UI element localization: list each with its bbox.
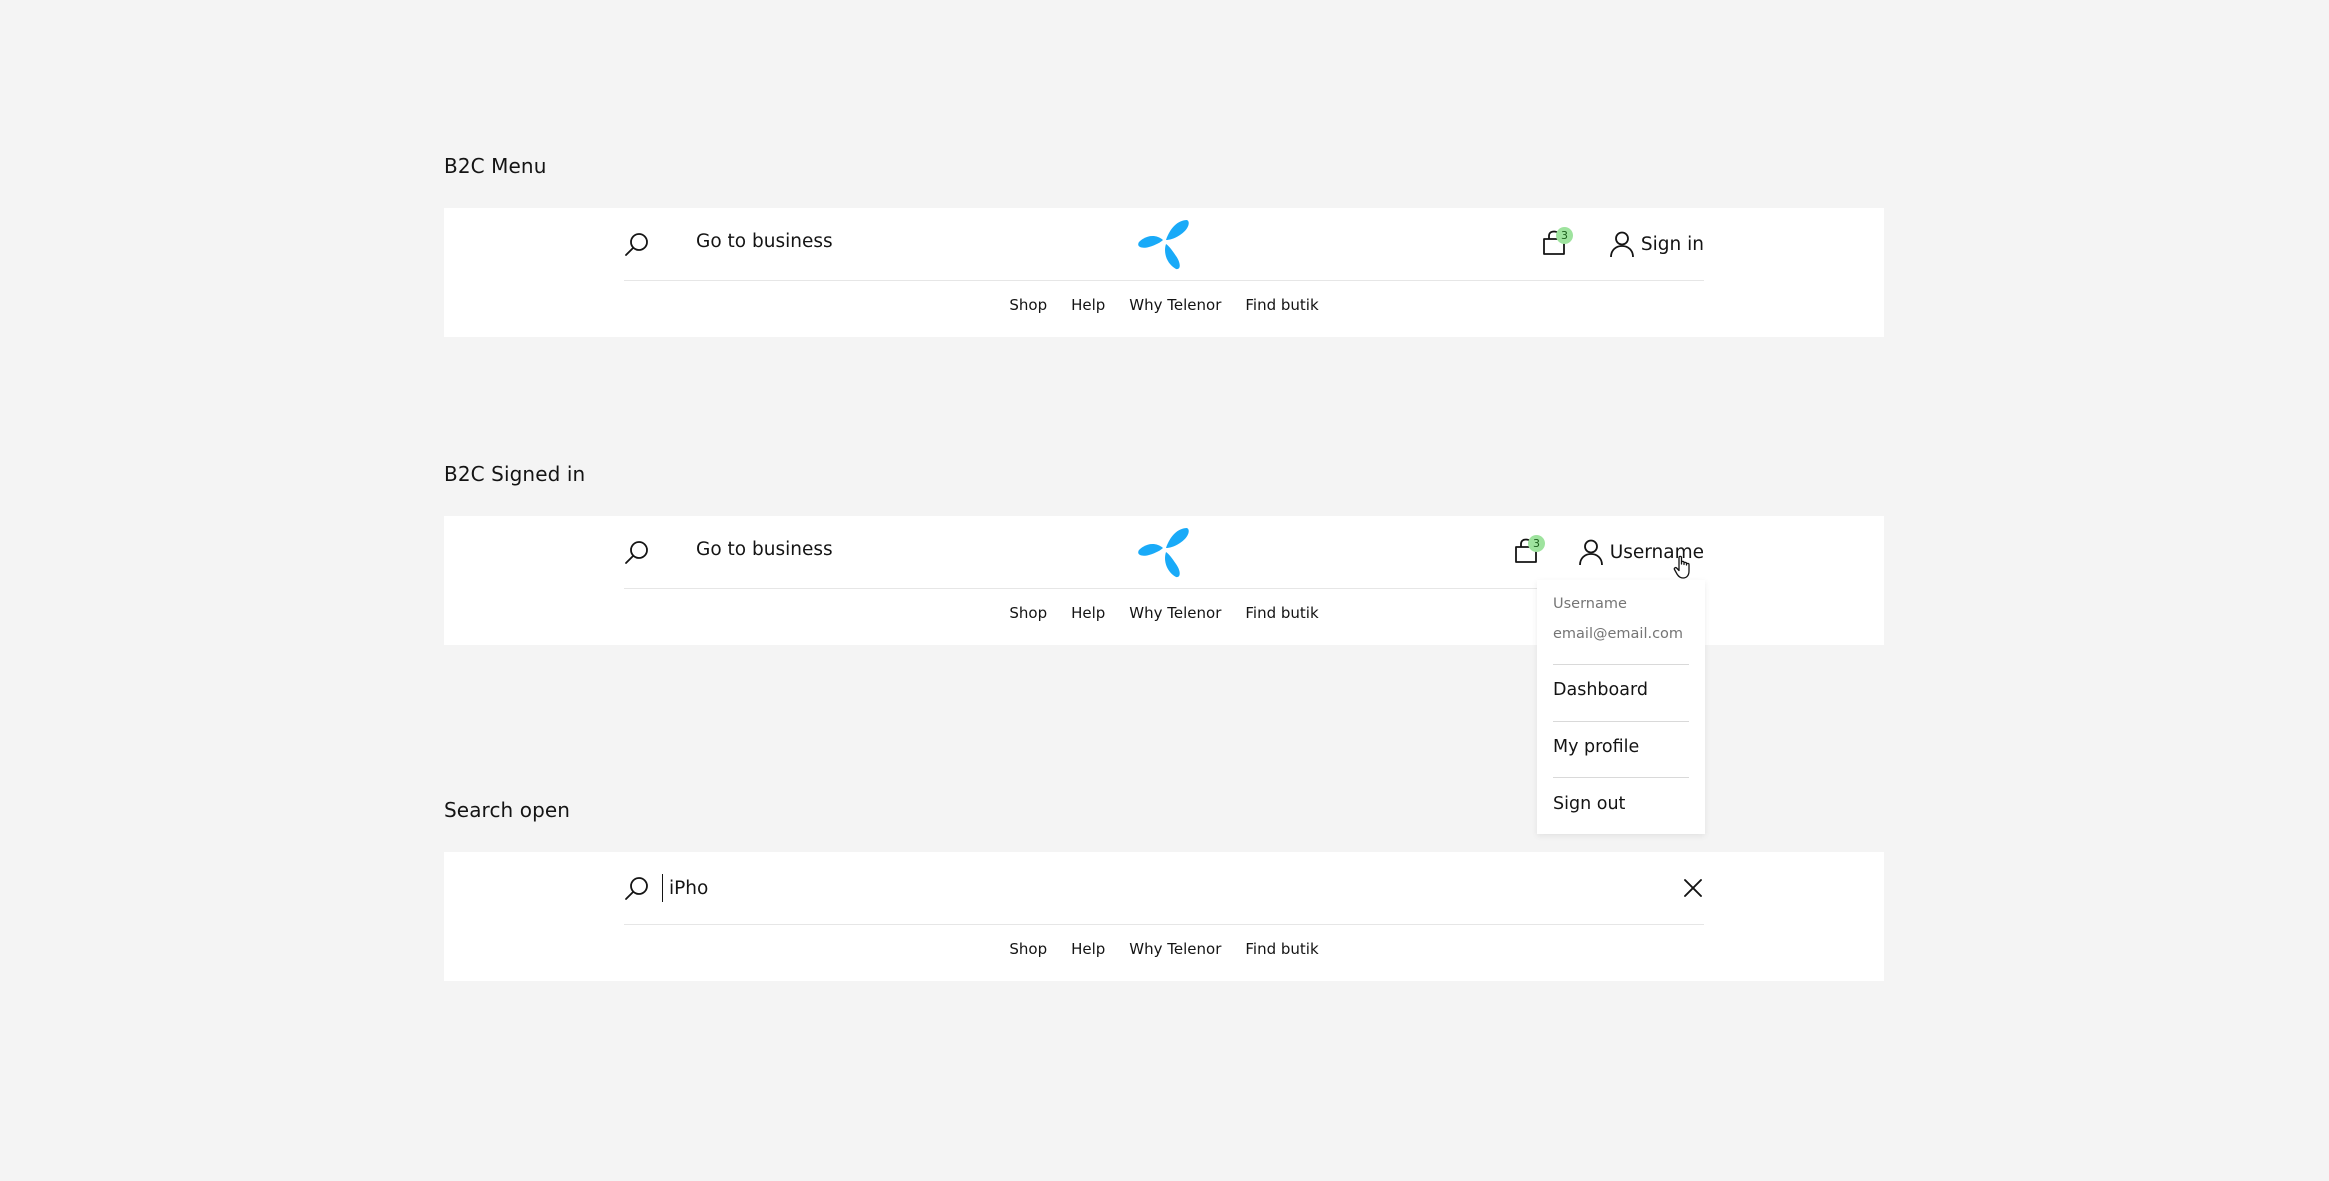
nav-item-find-butik[interactable]: Find butik [1245, 940, 1318, 958]
user-icon [1609, 231, 1634, 258]
nav-item-why-telenor[interactable]: Why Telenor [1129, 940, 1221, 958]
hand-cursor-icon [1673, 555, 1690, 579]
telenor-logo[interactable] [1136, 218, 1192, 270]
sign-in-button[interactable]: Sign in [1609, 228, 1704, 260]
search-icon[interactable] [624, 875, 650, 901]
close-icon[interactable] [1682, 877, 1704, 899]
header-topbar: Go to business 3 Sign in [624, 208, 1704, 281]
nav-item-help[interactable]: Help [1071, 604, 1105, 622]
dropdown-item-my-profile[interactable]: My profile [1553, 737, 1639, 757]
header-topbar [624, 852, 1704, 925]
nav-item-help[interactable]: Help [1071, 296, 1105, 314]
dropdown-item-dashboard[interactable]: Dashboard [1553, 680, 1648, 700]
go-to-business-link[interactable]: Go to business [696, 231, 833, 252]
cart-count-badge: 3 [1528, 535, 1545, 552]
nav-item-shop[interactable]: Shop [1009, 296, 1047, 314]
dropdown-email: email@email.com [1553, 626, 1684, 642]
dropdown-divider [1553, 777, 1689, 778]
nav-item-shop[interactable]: Shop [1009, 604, 1047, 622]
dropdown-divider [1553, 664, 1689, 665]
nav-item-find-butik[interactable]: Find butik [1245, 296, 1318, 314]
cart-button[interactable]: 3 [1542, 227, 1573, 258]
nav-item-why-telenor[interactable]: Why Telenor [1129, 604, 1221, 622]
cart-count-badge: 3 [1556, 227, 1573, 244]
section-title-search-open: Search open [444, 798, 571, 822]
telenor-logo[interactable] [1136, 526, 1192, 578]
nav-item-shop[interactable]: Shop [1009, 940, 1047, 958]
dropdown-item-sign-out[interactable]: Sign out [1553, 794, 1625, 814]
go-to-business-link[interactable]: Go to business [696, 539, 833, 560]
search-icon[interactable] [624, 231, 650, 257]
dropdown-divider [1553, 721, 1689, 722]
main-nav: Shop Help Why Telenor Find butik [444, 940, 1884, 958]
account-dropdown: Username email@email.com Dashboard My pr… [1537, 580, 1705, 834]
search-icon[interactable] [624, 539, 650, 565]
cart-button[interactable]: 3 [1514, 535, 1545, 566]
user-icon [1578, 539, 1603, 566]
nav-item-help[interactable]: Help [1071, 940, 1105, 958]
nav-item-why-telenor[interactable]: Why Telenor [1129, 296, 1221, 314]
section-title-b2c-menu: B2C Menu [444, 154, 547, 178]
section-title-b2c-signed-in: B2C Signed in [444, 462, 586, 486]
main-nav: Shop Help Why Telenor Find butik [444, 296, 1884, 314]
nav-item-find-butik[interactable]: Find butik [1245, 604, 1318, 622]
sign-in-label: Sign in [1640, 233, 1704, 255]
header-topbar: Go to business 3 Username [624, 516, 1704, 589]
header-b2c-menu: Go to business 3 Sign in Shop Help Why T… [444, 208, 1884, 337]
search-input[interactable] [662, 874, 1669, 902]
dropdown-username: Username [1553, 596, 1627, 612]
header-search-open: Shop Help Why Telenor Find butik [444, 852, 1884, 981]
